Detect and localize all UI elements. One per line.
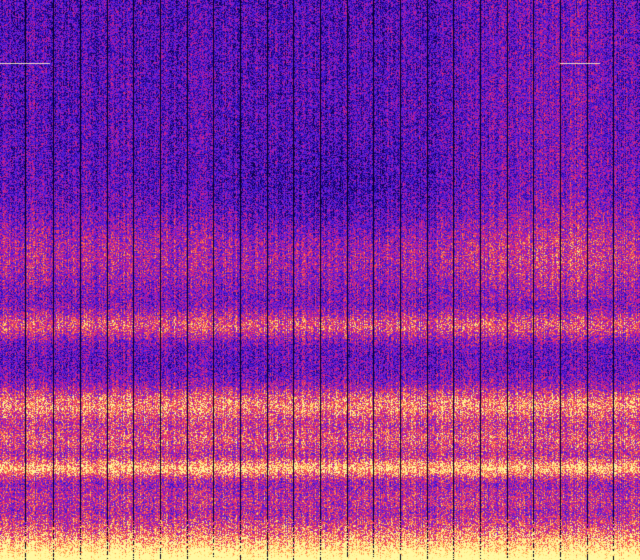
spectrogram-viewport [0, 0, 640, 560]
spectrogram-image [0, 0, 640, 560]
